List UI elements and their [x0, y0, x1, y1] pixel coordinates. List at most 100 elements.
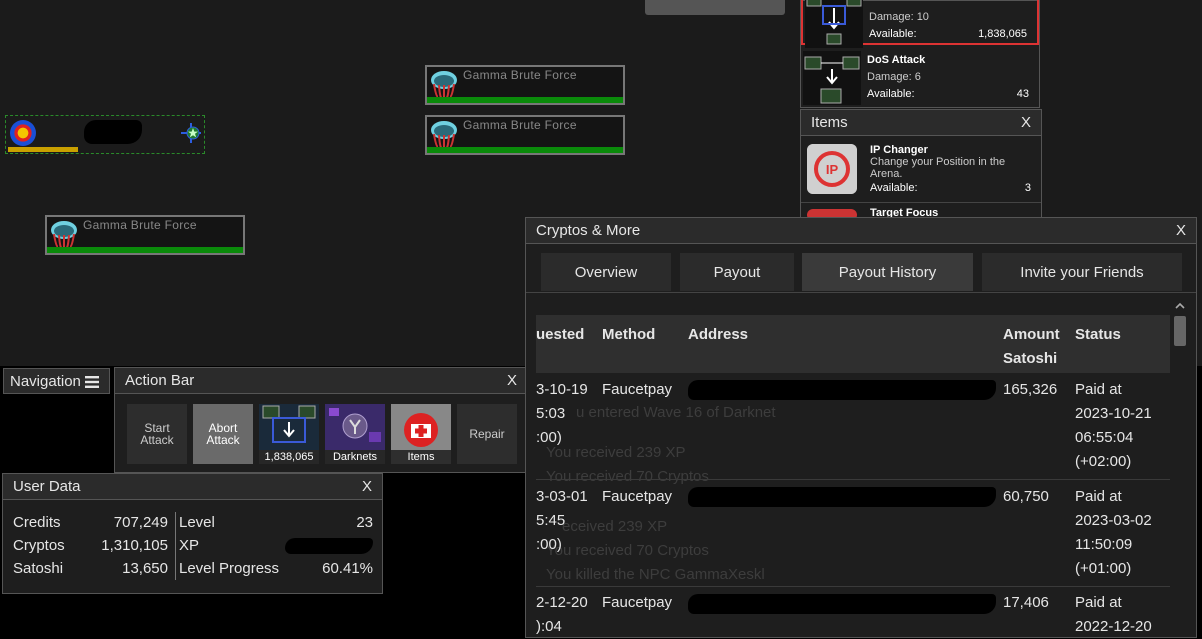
- table-header: uested Method Address Amount Satoshi Sta…: [536, 315, 1170, 373]
- level-value: 23: [356, 514, 373, 531]
- attack-available-label: Available:: [867, 88, 915, 100]
- close-icon[interactable]: X: [1021, 114, 1031, 131]
- item-description: Change your Position in the Arena.: [870, 156, 1006, 180]
- attack-available-value: 1,838,065: [978, 28, 1027, 40]
- close-icon[interactable]: X: [507, 372, 517, 389]
- enemy-health-bar: [427, 97, 623, 103]
- items-button[interactable]: Items: [391, 404, 451, 464]
- enemy-health-bar: [47, 247, 243, 253]
- col-amount: Amount: [1003, 326, 1060, 343]
- star-badge-icon: [181, 123, 201, 143]
- items-window-header[interactable]: Items X: [801, 110, 1041, 136]
- tab-overview[interactable]: Overview: [541, 253, 671, 291]
- items-window-title: Items: [811, 114, 848, 131]
- action-bar-header[interactable]: Action Bar X: [115, 368, 527, 394]
- table-row: 3-10-19 5:03 :00) Faucetpay 165,326 Paid…: [536, 374, 1170, 480]
- item-available-value: 3: [1024, 182, 1031, 194]
- item-available-label: Available:: [870, 182, 918, 194]
- close-icon[interactable]: X: [1176, 222, 1186, 239]
- credits-label: Credits: [13, 514, 61, 531]
- ip-changer-icon: IP: [807, 144, 857, 194]
- cryptos-window-header[interactable]: Cryptos & More X: [526, 218, 1196, 244]
- attack-damage: Damage: 10: [869, 11, 929, 23]
- attack-damage: Damage: 6: [867, 71, 921, 83]
- attack-title: DoS Attack: [867, 54, 926, 66]
- attack-slot-dos[interactable]: DoS Attack Damage: 6 Available: 43: [801, 49, 1039, 105]
- jellyfish-icon: [431, 121, 457, 149]
- col-requested: uested: [536, 326, 585, 343]
- enemy-health-bar: [427, 147, 623, 153]
- satoshi-value: 13,650: [122, 560, 168, 577]
- divider: [175, 512, 176, 580]
- item-title: IP Changer: [870, 144, 928, 156]
- action-bar-window: Action Bar X Start Attack Abort Attack 1…: [114, 367, 528, 473]
- item-ip-changer[interactable]: IP IP Changer Change your Position in th…: [801, 138, 1041, 200]
- medkit-icon: [391, 404, 451, 450]
- repair-button[interactable]: Repair: [457, 404, 517, 464]
- attack-available-value: 43: [1016, 88, 1029, 100]
- network-attack-icon: [259, 404, 319, 450]
- enemy-name: Gamma Brute Force: [83, 218, 197, 232]
- abort-attack-button[interactable]: Abort Attack: [193, 404, 253, 464]
- attack-slot-brute-force[interactable]: Damage: 10 Available: 1,838,065: [801, 0, 1039, 48]
- xp-label: XP: [179, 537, 200, 554]
- attacks-panel: Damage: 10 Available: 1,838,065 DoS Atta…: [800, 0, 1040, 108]
- satoshi-label: Satoshi: [13, 560, 64, 577]
- cryptos-label: Cryptos: [13, 537, 65, 554]
- col-address: Address: [688, 326, 749, 343]
- user-data-header[interactable]: User Data X: [3, 474, 382, 500]
- vertical-scrollbar[interactable]: [1172, 298, 1188, 638]
- cryptos-window: Cryptos & More X Overview Payout Payout …: [525, 217, 1197, 638]
- col-amount-unit: Satoshi: [1003, 350, 1058, 367]
- svg-text:IP: IP: [826, 162, 839, 177]
- cryptos-window-title: Cryptos & More: [536, 222, 641, 239]
- redacted-player-name: [84, 120, 142, 144]
- redacted-address: [688, 594, 996, 614]
- player-health-bar: [8, 147, 78, 152]
- cryptos-value: 1,310,105: [101, 537, 168, 554]
- redacted-address: [688, 487, 996, 507]
- network-attack-icon: [803, 51, 861, 105]
- enemy-name: Gamma Brute Force: [463, 118, 577, 132]
- table-row: 3-03-01 5:45 :00) Faucetpay 60,750 Paid …: [536, 481, 1170, 587]
- tab-payout-history[interactable]: Payout History: [802, 253, 973, 291]
- close-icon[interactable]: X: [362, 478, 372, 495]
- items-label: Items: [391, 450, 451, 464]
- navigation-label: Navigation: [10, 373, 81, 390]
- enemy-unit[interactable]: Gamma Brute Force: [425, 65, 625, 105]
- attack-selector-button[interactable]: 1,838,065: [259, 404, 319, 464]
- enemy-unit[interactable]: Gamma Brute Force: [425, 115, 625, 155]
- darknets-button[interactable]: Darknets: [325, 404, 385, 464]
- level-label: Level: [179, 514, 215, 531]
- table-row: 2-12-20 ):04 Faucetpay 17,406 Paid at 20…: [536, 594, 1152, 635]
- jellyfish-icon: [51, 221, 77, 249]
- action-bar-title: Action Bar: [125, 372, 195, 389]
- tab-invite-friends[interactable]: Invite your Friends: [982, 253, 1182, 291]
- credits-value: 707,249: [113, 514, 168, 531]
- network-attack-icon: [805, 0, 863, 48]
- hamburger-icon: [85, 376, 100, 389]
- darknets-label: Darknets: [325, 450, 385, 464]
- redacted-address: [688, 380, 996, 400]
- user-data-title: User Data: [13, 478, 81, 495]
- jellyfish-icon: [431, 71, 457, 99]
- enemy-name: Gamma Brute Force: [463, 68, 577, 82]
- attack-available-label: Available:: [869, 28, 917, 40]
- col-status: Status: [1075, 326, 1121, 343]
- target-icon: [10, 120, 36, 146]
- user-data-window: User Data X Credits 707,249 Cryptos 1,31…: [2, 473, 383, 594]
- tab-bar: Overview Payout Payout History Invite yo…: [526, 245, 1196, 293]
- chevron-up-icon[interactable]: [1172, 300, 1188, 312]
- col-method: Method: [602, 326, 656, 343]
- attack-count: 1,838,065: [259, 450, 319, 464]
- darknet-icon: [325, 404, 385, 450]
- enemy-unit[interactable]: Gamma Brute Force: [45, 215, 245, 255]
- level-progress-label: Level Progress: [179, 560, 280, 577]
- navigation-toggle[interactable]: Navigation: [3, 368, 110, 394]
- level-progress-value: 60.41%: [322, 560, 373, 577]
- scrollbar-thumb[interactable]: [1174, 316, 1186, 346]
- top-bar-button[interactable]: [645, 0, 785, 15]
- start-attack-button[interactable]: Start Attack: [127, 404, 187, 464]
- tab-payout[interactable]: Payout: [680, 253, 794, 291]
- player-unit[interactable]: [5, 115, 205, 154]
